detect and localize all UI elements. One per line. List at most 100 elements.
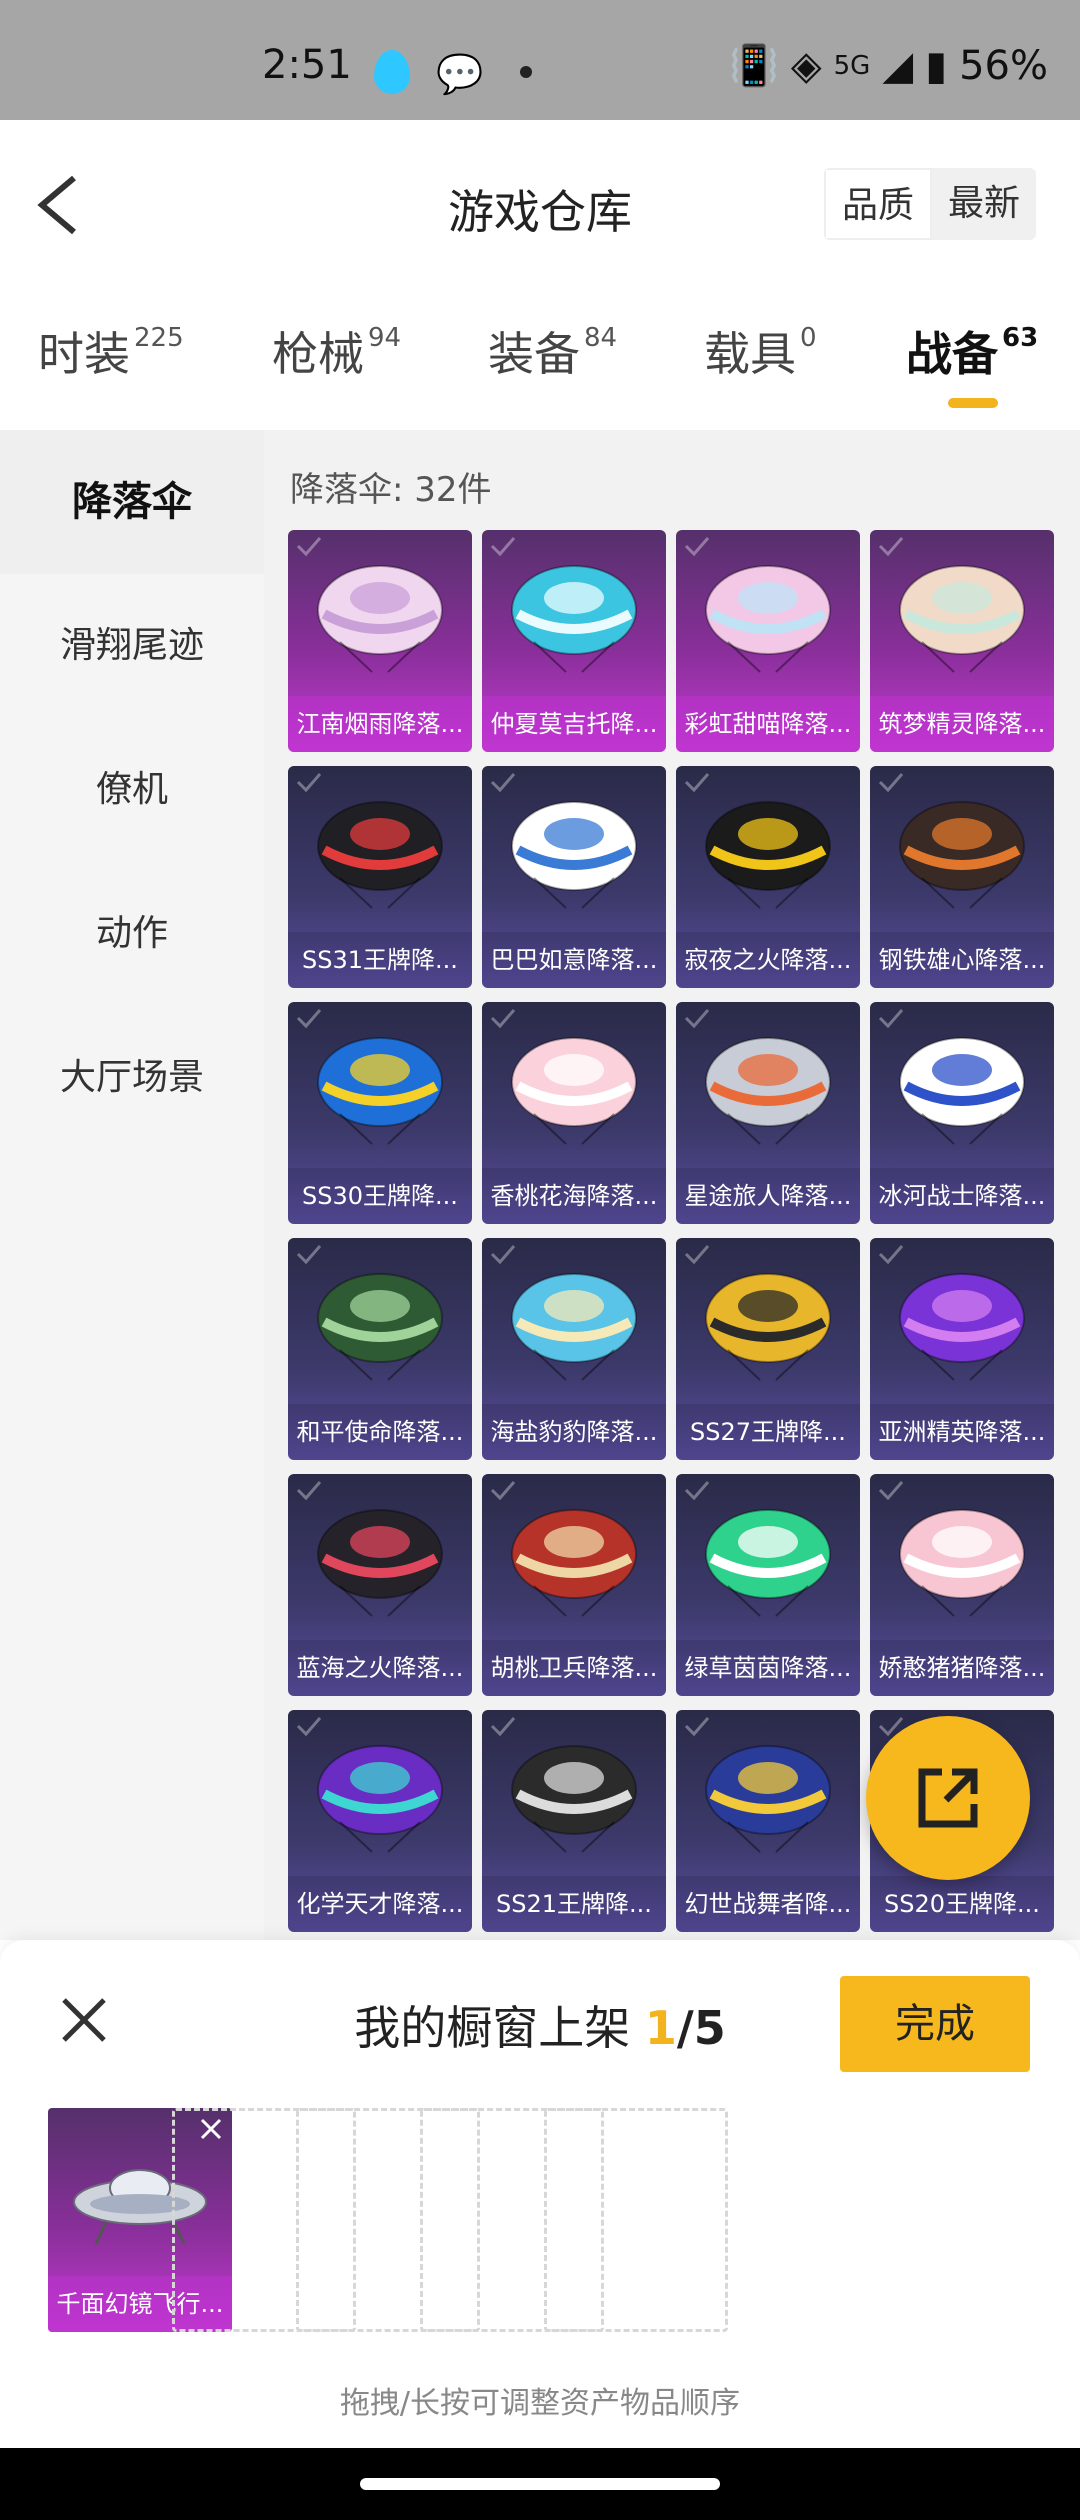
tab-label: 战备: [906, 327, 998, 381]
parachute-item[interactable]: 化学天才降落...: [288, 1710, 472, 1932]
parachute-item[interactable]: 亚洲精英降落...: [870, 1238, 1054, 1460]
parachute-item-name: 钢铁雄心降落...: [870, 932, 1054, 988]
parachute-item[interactable]: SS31王牌降...: [288, 766, 472, 988]
sort-newest-button[interactable]: 最新: [932, 168, 1036, 240]
parachute-item-name: 冰河战士降落...: [870, 1168, 1054, 1224]
parachute-item[interactable]: 胡桃卫兵降落...: [482, 1474, 666, 1696]
tab-label: 时装: [38, 327, 130, 381]
parachute-item-name: SS31王牌降...: [288, 932, 472, 988]
parachute-item[interactable]: 星途旅人降落...: [676, 1002, 860, 1224]
parachute-icon: [310, 1024, 450, 1154]
parachute-icon: [504, 1732, 644, 1862]
item-grid-area[interactable]: 降落伞: 32件 江南烟雨降落... 仲夏莫吉托降... 彩虹甜喵降落... 筑梦精灵…: [264, 430, 1080, 1940]
parachute-icon: [310, 552, 450, 682]
parachute-item[interactable]: 幻世战舞者降...: [676, 1710, 860, 1932]
sidebar-item-emote[interactable]: 动作: [0, 862, 264, 1006]
notification-icon: [374, 50, 410, 94]
sidebar-item-wingman[interactable]: 僚机: [0, 718, 264, 862]
parachute-item-name: SS30王牌降...: [288, 1168, 472, 1224]
category-tabs: 时装 225 枪械 94 装备 84 载具 0 战备 63: [0, 290, 1080, 430]
parachute-item-name: 蓝海之火降落...: [288, 1640, 472, 1696]
tab-guns[interactable]: 枪械 94: [272, 318, 401, 384]
parachute-item-name: 江南烟雨降落...: [288, 696, 472, 752]
parachute-item-name: 和平使命降落...: [288, 1404, 472, 1460]
parachute-icon: [698, 1260, 838, 1390]
parachute-item-name: SS27王牌降...: [676, 1404, 860, 1460]
parachute-item[interactable]: SS21王牌降...: [482, 1710, 666, 1932]
parachute-icon: [892, 1496, 1032, 1626]
parachute-item[interactable]: SS27王牌降...: [676, 1238, 860, 1460]
parachute-icon: [504, 1260, 644, 1390]
parachute-item[interactable]: 娇憨猪猪降落...: [870, 1474, 1054, 1696]
parachute-item[interactable]: 蓝海之火降落...: [288, 1474, 472, 1696]
showcase-slot-empty[interactable]: [544, 2108, 728, 2332]
parachute-item[interactable]: 仲夏莫吉托降...: [482, 530, 666, 752]
parachute-item-name: 香桃花海降落...: [482, 1168, 666, 1224]
parachute-item[interactable]: 海盐豹豹降落...: [482, 1238, 666, 1460]
parachute-item-name: 亚洲精英降落...: [870, 1404, 1054, 1460]
parachute-icon: [892, 1024, 1032, 1154]
battery-icon: ▮: [925, 42, 948, 89]
parachute-item[interactable]: 彩虹甜喵降落...: [676, 530, 860, 752]
parachute-icon: [310, 1732, 450, 1862]
parachute-icon: [310, 1496, 450, 1626]
parachute-item[interactable]: 寂夜之火降落...: [676, 766, 860, 988]
parachute-icon: [698, 1024, 838, 1154]
parachute-item[interactable]: 江南烟雨降落...: [288, 530, 472, 752]
tab-label: 载具: [704, 327, 796, 381]
tab-count: 0: [800, 322, 817, 353]
back-button[interactable]: [30, 170, 90, 240]
wifi-icon: ◈: [790, 42, 822, 89]
parachute-item[interactable]: 香桃花海降落...: [482, 1002, 666, 1224]
parachute-item[interactable]: SS30王牌降...: [288, 1002, 472, 1224]
header: 游戏仓库 品质 最新: [0, 120, 1080, 290]
tab-label: 装备: [488, 327, 580, 381]
signal-icon: ◢: [882, 42, 914, 89]
parachute-icon: [892, 552, 1032, 682]
wechat-icon: 💬: [436, 52, 484, 96]
tab-label: 枪械: [272, 327, 364, 381]
parachute-item-name: 绿草茵茵降落...: [676, 1640, 860, 1696]
parachute-item-name: 寂夜之火降落...: [676, 932, 860, 988]
done-button[interactable]: 完成: [840, 1976, 1030, 2072]
showcase-total-count: /5: [676, 2001, 726, 2055]
parachute-item[interactable]: 和平使命降落...: [288, 1238, 472, 1460]
sidebar: 降落伞 滑翔尾迹 僚机 动作 大厅场景: [0, 430, 264, 1940]
showcase-panel: 我的橱窗上架 1/5 完成 千面幻镜飞行... 拖拽/长按可调整资产物品顺序: [0, 1940, 1080, 2448]
showcase-current-count: 1: [644, 2001, 677, 2055]
parachute-item[interactable]: 绿草茵茵降落...: [676, 1474, 860, 1696]
parachute-icon: [892, 1260, 1032, 1390]
status-time: 2:51: [262, 42, 352, 88]
tab-count: 94: [368, 322, 402, 353]
tab-equipment[interactable]: 装备 84: [488, 318, 617, 384]
parachute-icon: [310, 788, 450, 918]
item-count-label: 降落伞: 32件: [290, 470, 492, 510]
sort-quality-button[interactable]: 品质: [823, 168, 932, 240]
parachute-item[interactable]: 巴巴如意降落...: [482, 766, 666, 988]
more-notifications-icon: [520, 66, 532, 78]
parachute-item-name: 海盐豹豹降落...: [482, 1404, 666, 1460]
home-gesture-handle[interactable]: [360, 2478, 720, 2490]
tab-vehicles[interactable]: 载具 0: [704, 318, 817, 384]
share-button[interactable]: [866, 1716, 1030, 1880]
sidebar-item-lobby-scene[interactable]: 大厅场景: [0, 1006, 264, 1150]
vibrate-icon: 📳: [729, 43, 779, 89]
network-label: 5G: [833, 50, 871, 81]
parachute-icon: [698, 788, 838, 918]
status-right: 📳 ◈ 5G ◢ ▮ 56%: [729, 42, 1048, 90]
parachute-icon: [504, 552, 644, 682]
tab-fashion[interactable]: 时装 225: [38, 318, 184, 384]
parachute-icon: [698, 552, 838, 682]
parachute-item-name: 化学天才降落...: [288, 1876, 472, 1932]
parachute-item[interactable]: 钢铁雄心降落...: [870, 766, 1054, 988]
sort-toggle: 品质 最新: [823, 168, 1036, 240]
tab-readiness[interactable]: 战备 63: [906, 318, 1038, 384]
parachute-item-name: 娇憨猪猪降落...: [870, 1640, 1054, 1696]
parachute-item-name: 筑梦精灵降落...: [870, 696, 1054, 752]
parachute-item[interactable]: 筑梦精灵降落...: [870, 530, 1054, 752]
parachute-item[interactable]: 冰河战士降落...: [870, 1002, 1054, 1224]
parachute-icon: [310, 1260, 450, 1390]
parachute-icon: [698, 1732, 838, 1862]
sidebar-item-glide-trail[interactable]: 滑翔尾迹: [0, 574, 264, 718]
sidebar-item-parachute[interactable]: 降落伞: [0, 430, 264, 574]
